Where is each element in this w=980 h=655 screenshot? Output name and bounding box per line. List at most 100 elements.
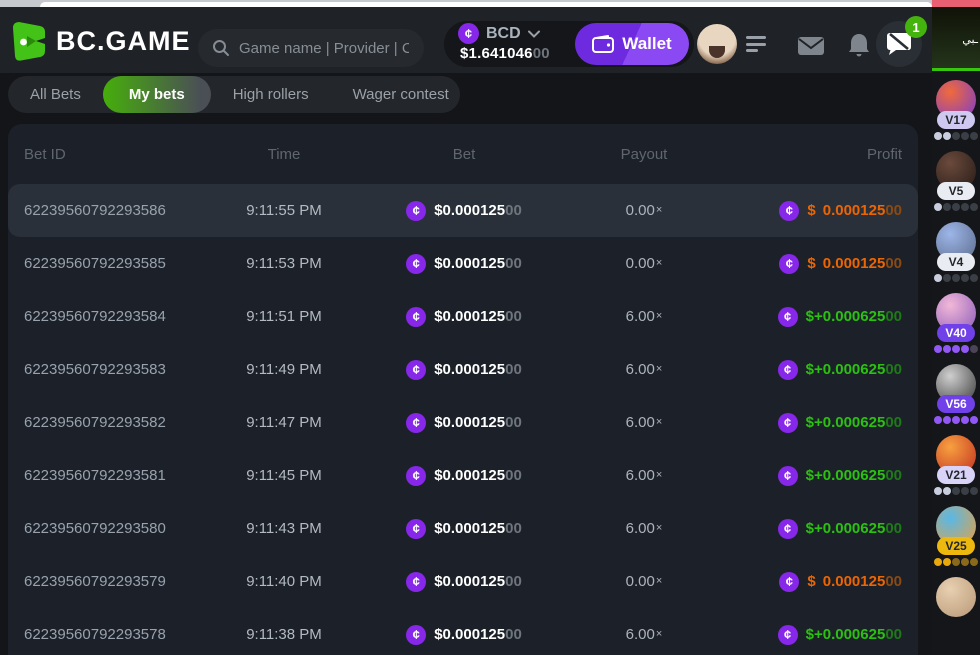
bet-payout: 0.00× [574,202,714,219]
table-row[interactable]: 62239560792293582 9:11:47 PM ¢ $0.000125… [8,396,918,449]
my-bets-table: Bet ID Time Bet Payout Profit 6223956079… [8,124,918,655]
banner-text: ـبي [962,33,978,46]
medals-row [934,132,978,140]
bcd-coin-icon: ¢ [779,254,799,274]
bet-profit: ¢ $+0.00062500 [714,519,902,539]
medals-row [934,558,978,566]
bet-time: 9:11:38 PM [214,626,354,643]
user-avatar[interactable] [697,24,737,64]
bet-payout: 6.00× [574,467,714,484]
search-icon [212,39,230,57]
bet-id: 62239560792293578 [24,626,214,643]
chat-user[interactable]: V4 [934,222,978,282]
bet-time: 9:11:55 PM [214,202,354,219]
bcd-coin-icon: ¢ [406,466,426,486]
vip-badge: V25 [937,537,975,555]
table-header-row: Bet ID Time Bet Payout Profit [8,124,918,184]
table-row[interactable]: 62239560792293579 9:11:40 PM ¢ $0.000125… [8,555,918,608]
table-row[interactable]: 62239560792293583 9:11:49 PM ¢ $0.000125… [8,343,918,396]
bet-payout: 6.00× [574,414,714,431]
table-row[interactable]: 62239560792293581 9:11:45 PM ¢ $0.000125… [8,449,918,502]
tab-wager-contest[interactable]: Wager contest [331,76,471,113]
wallet-balance: $1.64104600 [460,45,550,62]
bet-profit: ¢ $+0.00062500 [714,360,902,380]
bcd-coin-icon: ¢ [406,572,426,592]
chat-icon [886,32,912,56]
bcd-coin-icon: ¢ [778,360,798,380]
vip-badge: V21 [937,466,975,484]
bcd-coin-icon: ¢ [778,466,798,486]
wallet-button[interactable]: Wallet [575,23,689,65]
bcd-coin-icon: ¢ [778,307,798,327]
bet-amount: ¢ $0.00012500 [354,519,574,539]
bet-id: 62239560792293583 [24,361,214,378]
table-row[interactable]: 62239560792293585 9:11:53 PM ¢ $0.000125… [8,237,918,290]
bet-payout: 6.00× [574,308,714,325]
bet-payout: 6.00× [574,520,714,537]
chat-user[interactable]: V56 [934,364,978,424]
vip-badge: V17 [937,111,975,129]
bcd-coin-icon: ¢ [406,519,426,539]
bet-amount: ¢ $0.00012500 [354,466,574,486]
col-bet-id: Bet ID [24,146,214,163]
col-time: Time [214,146,354,163]
table-row[interactable]: 62239560792293578 9:11:38 PM ¢ $0.000125… [8,608,918,655]
bet-id: 62239560792293582 [24,414,214,431]
tab-high-rollers[interactable]: High rollers [211,76,331,113]
bcd-coin-icon: ¢ [406,413,426,433]
search-input[interactable] [239,40,409,57]
currency-code: BCD [486,25,521,43]
col-payout: Payout [574,146,714,163]
bet-profit: ¢ $+0.00062500 [714,413,902,433]
bet-payout: 6.00× [574,626,714,643]
bet-id: 62239560792293579 [24,573,214,590]
bc-game-logo[interactable]: BC.GAME [12,21,191,61]
chat-user[interactable]: V5 [934,151,978,211]
sidebar-banner[interactable]: ـبي [932,7,980,71]
chat-unread-badge: 1 [905,16,927,38]
bcd-coin-icon: ¢ [778,413,798,433]
chat-user[interactable] [936,577,976,629]
medals-row [934,274,978,282]
bell-icon[interactable] [847,33,871,59]
game-search[interactable] [198,29,424,67]
chat-user[interactable]: V40 [934,293,978,353]
vip-badge: V4 [937,253,975,271]
bet-time: 9:11:43 PM [214,520,354,537]
bet-id: 62239560792293581 [24,467,214,484]
chat-user[interactable]: V25 [934,506,978,566]
bet-payout: 0.00× [574,573,714,590]
vip-badge: V56 [937,395,975,413]
bcd-coin-icon: ¢ [406,307,426,327]
bet-profit: ¢ $+0.00062500 [714,307,902,327]
bet-profit: ¢ $+0.00062500 [714,625,902,645]
bcd-coin-icon: ¢ [406,625,426,645]
bet-amount: ¢ $0.00012500 [354,254,574,274]
tab-all-bets[interactable]: All Bets [8,76,103,113]
chat-user[interactable]: V17 [934,80,978,140]
chat-user[interactable]: V21 [934,435,978,495]
bcd-coin-icon: ¢ [779,572,799,592]
bet-time: 9:11:45 PM [214,467,354,484]
currency-selector[interactable]: ¢ BCD [458,23,540,44]
table-row[interactable]: 62239560792293580 9:11:43 PM ¢ $0.000125… [8,502,918,555]
bet-id: 62239560792293580 [24,520,214,537]
table-row[interactable]: 62239560792293586 9:11:55 PM ¢ $0.000125… [8,184,918,237]
bet-amount: ¢ $0.00012500 [354,625,574,645]
bets-tabbar: All Bets My bets High rollers Wager cont… [8,76,460,113]
bet-amount: ¢ $0.00012500 [354,413,574,433]
bet-amount: ¢ $0.00012500 [354,201,574,221]
mail-icon[interactable] [797,35,825,57]
tab-my-bets[interactable]: My bets [103,76,211,113]
account-menu-icon[interactable] [746,34,768,54]
chat-sidebar: ـبي V17 V5 V4 V40 V56 V21 V25 [932,7,980,655]
bcd-coin-icon: ¢ [779,201,799,221]
medals-row [934,345,978,353]
col-bet: Bet [354,146,574,163]
bet-time: 9:11:47 PM [214,414,354,431]
browser-strip-right [932,0,980,7]
top-navbar: BC.GAME ¢ BCD $1.64104600 Wallet [0,7,932,73]
bc-logo-icon [12,21,46,61]
bcd-coin-icon: ¢ [406,201,426,221]
table-row[interactable]: 62239560792293584 9:11:51 PM ¢ $0.000125… [8,290,918,343]
